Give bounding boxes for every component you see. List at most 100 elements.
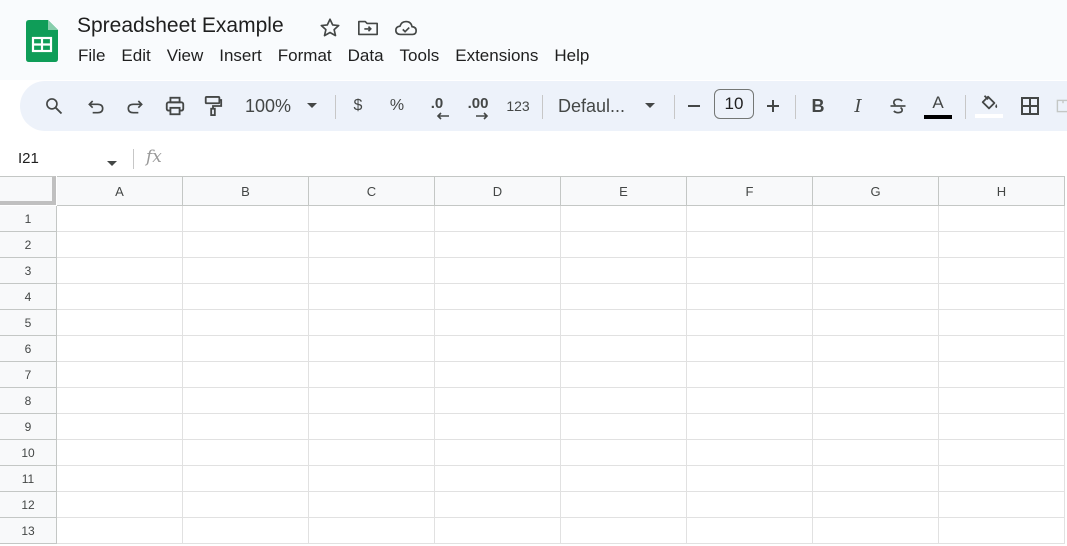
bold-button[interactable]: B bbox=[808, 81, 828, 131]
cell-a9[interactable] bbox=[57, 414, 183, 440]
font-chevron-down-icon[interactable] bbox=[642, 81, 658, 131]
menu-insert[interactable]: Insert bbox=[211, 46, 270, 66]
cell-h9[interactable] bbox=[939, 414, 1065, 440]
cell-e3[interactable] bbox=[561, 258, 687, 284]
column-header-h[interactable]: H bbox=[939, 176, 1065, 206]
column-header-g[interactable]: G bbox=[813, 176, 939, 206]
cell-e5[interactable] bbox=[561, 310, 687, 336]
cell-d3[interactable] bbox=[435, 258, 561, 284]
menu-data[interactable]: Data bbox=[340, 46, 392, 66]
cell-e7[interactable] bbox=[561, 362, 687, 388]
minus-icon[interactable] bbox=[684, 81, 704, 131]
cell-b1[interactable] bbox=[183, 206, 309, 232]
cell-f10[interactable] bbox=[687, 440, 813, 466]
cell-a8[interactable] bbox=[57, 388, 183, 414]
cell-f12[interactable] bbox=[687, 492, 813, 518]
column-header-c[interactable]: C bbox=[309, 176, 435, 206]
cell-g10[interactable] bbox=[813, 440, 939, 466]
document-title[interactable]: Spreadsheet Example bbox=[77, 14, 284, 38]
cell-c5[interactable] bbox=[309, 310, 435, 336]
name-box[interactable]: I21 bbox=[18, 150, 39, 167]
cell-d8[interactable] bbox=[435, 388, 561, 414]
print-icon[interactable] bbox=[163, 81, 187, 131]
cell-d4[interactable] bbox=[435, 284, 561, 310]
cell-e11[interactable] bbox=[561, 466, 687, 492]
menu-format[interactable]: Format bbox=[270, 46, 340, 66]
cell-d11[interactable] bbox=[435, 466, 561, 492]
cell-f13[interactable] bbox=[687, 518, 813, 544]
sheets-logo-icon[interactable] bbox=[26, 20, 58, 62]
cell-c9[interactable] bbox=[309, 414, 435, 440]
cell-c6[interactable] bbox=[309, 336, 435, 362]
cell-e2[interactable] bbox=[561, 232, 687, 258]
borders-icon[interactable] bbox=[1018, 81, 1042, 131]
redo-icon[interactable] bbox=[123, 81, 147, 131]
undo-icon[interactable] bbox=[84, 81, 108, 131]
menu-edit[interactable]: Edit bbox=[113, 46, 158, 66]
cell-h12[interactable] bbox=[939, 492, 1065, 518]
cell-a4[interactable] bbox=[57, 284, 183, 310]
paint-format-icon[interactable] bbox=[202, 81, 224, 131]
cell-g1[interactable] bbox=[813, 206, 939, 232]
percent-format-button[interactable]: % bbox=[386, 81, 408, 131]
cell-h7[interactable] bbox=[939, 362, 1065, 388]
cell-c11[interactable] bbox=[309, 466, 435, 492]
cell-b5[interactable] bbox=[183, 310, 309, 336]
column-header-a[interactable]: A bbox=[57, 176, 183, 206]
cell-b12[interactable] bbox=[183, 492, 309, 518]
cell-h10[interactable] bbox=[939, 440, 1065, 466]
cell-h11[interactable] bbox=[939, 466, 1065, 492]
cell-f11[interactable] bbox=[687, 466, 813, 492]
cell-e1[interactable] bbox=[561, 206, 687, 232]
cell-e13[interactable] bbox=[561, 518, 687, 544]
cell-c13[interactable] bbox=[309, 518, 435, 544]
column-header-d[interactable]: D bbox=[435, 176, 561, 206]
cell-d12[interactable] bbox=[435, 492, 561, 518]
row-header-10[interactable]: 10 bbox=[0, 440, 57, 466]
cell-b10[interactable] bbox=[183, 440, 309, 466]
cell-a1[interactable] bbox=[57, 206, 183, 232]
cell-c12[interactable] bbox=[309, 492, 435, 518]
cell-a7[interactable] bbox=[57, 362, 183, 388]
select-all-corner[interactable] bbox=[0, 176, 56, 205]
name-box-chevron-down-icon[interactable] bbox=[106, 155, 118, 173]
cell-g11[interactable] bbox=[813, 466, 939, 492]
cell-f9[interactable] bbox=[687, 414, 813, 440]
cell-f7[interactable] bbox=[687, 362, 813, 388]
font-size-input[interactable]: 10 bbox=[714, 89, 754, 119]
cell-c2[interactable] bbox=[309, 232, 435, 258]
cell-b11[interactable] bbox=[183, 466, 309, 492]
row-header-9[interactable]: 9 bbox=[0, 414, 57, 440]
row-header-3[interactable]: 3 bbox=[0, 258, 57, 284]
menu-help[interactable]: Help bbox=[546, 46, 597, 66]
column-header-e[interactable]: E bbox=[561, 176, 687, 206]
cell-c8[interactable] bbox=[309, 388, 435, 414]
cell-b2[interactable] bbox=[183, 232, 309, 258]
zoom-select[interactable]: 100% bbox=[243, 81, 293, 131]
cell-e10[interactable] bbox=[561, 440, 687, 466]
cell-d1[interactable] bbox=[435, 206, 561, 232]
cell-d5[interactable] bbox=[435, 310, 561, 336]
cell-f5[interactable] bbox=[687, 310, 813, 336]
cell-g3[interactable] bbox=[813, 258, 939, 284]
cell-a6[interactable] bbox=[57, 336, 183, 362]
cell-c3[interactable] bbox=[309, 258, 435, 284]
cell-a3[interactable] bbox=[57, 258, 183, 284]
cell-b7[interactable] bbox=[183, 362, 309, 388]
cell-h8[interactable] bbox=[939, 388, 1065, 414]
cell-e4[interactable] bbox=[561, 284, 687, 310]
row-header-1[interactable]: 1 bbox=[0, 206, 57, 232]
increase-decimal-button[interactable]: .00 bbox=[463, 81, 493, 131]
font-family-select[interactable]: Defaul... bbox=[558, 81, 642, 131]
move-to-folder-icon[interactable] bbox=[356, 16, 380, 40]
cell-c7[interactable] bbox=[309, 362, 435, 388]
cell-d6[interactable] bbox=[435, 336, 561, 362]
row-header-11[interactable]: 11 bbox=[0, 466, 57, 492]
cell-g13[interactable] bbox=[813, 518, 939, 544]
cell-g5[interactable] bbox=[813, 310, 939, 336]
cell-h5[interactable] bbox=[939, 310, 1065, 336]
cell-a11[interactable] bbox=[57, 466, 183, 492]
row-header-6[interactable]: 6 bbox=[0, 336, 57, 362]
cell-b6[interactable] bbox=[183, 336, 309, 362]
column-header-f[interactable]: F bbox=[687, 176, 813, 206]
